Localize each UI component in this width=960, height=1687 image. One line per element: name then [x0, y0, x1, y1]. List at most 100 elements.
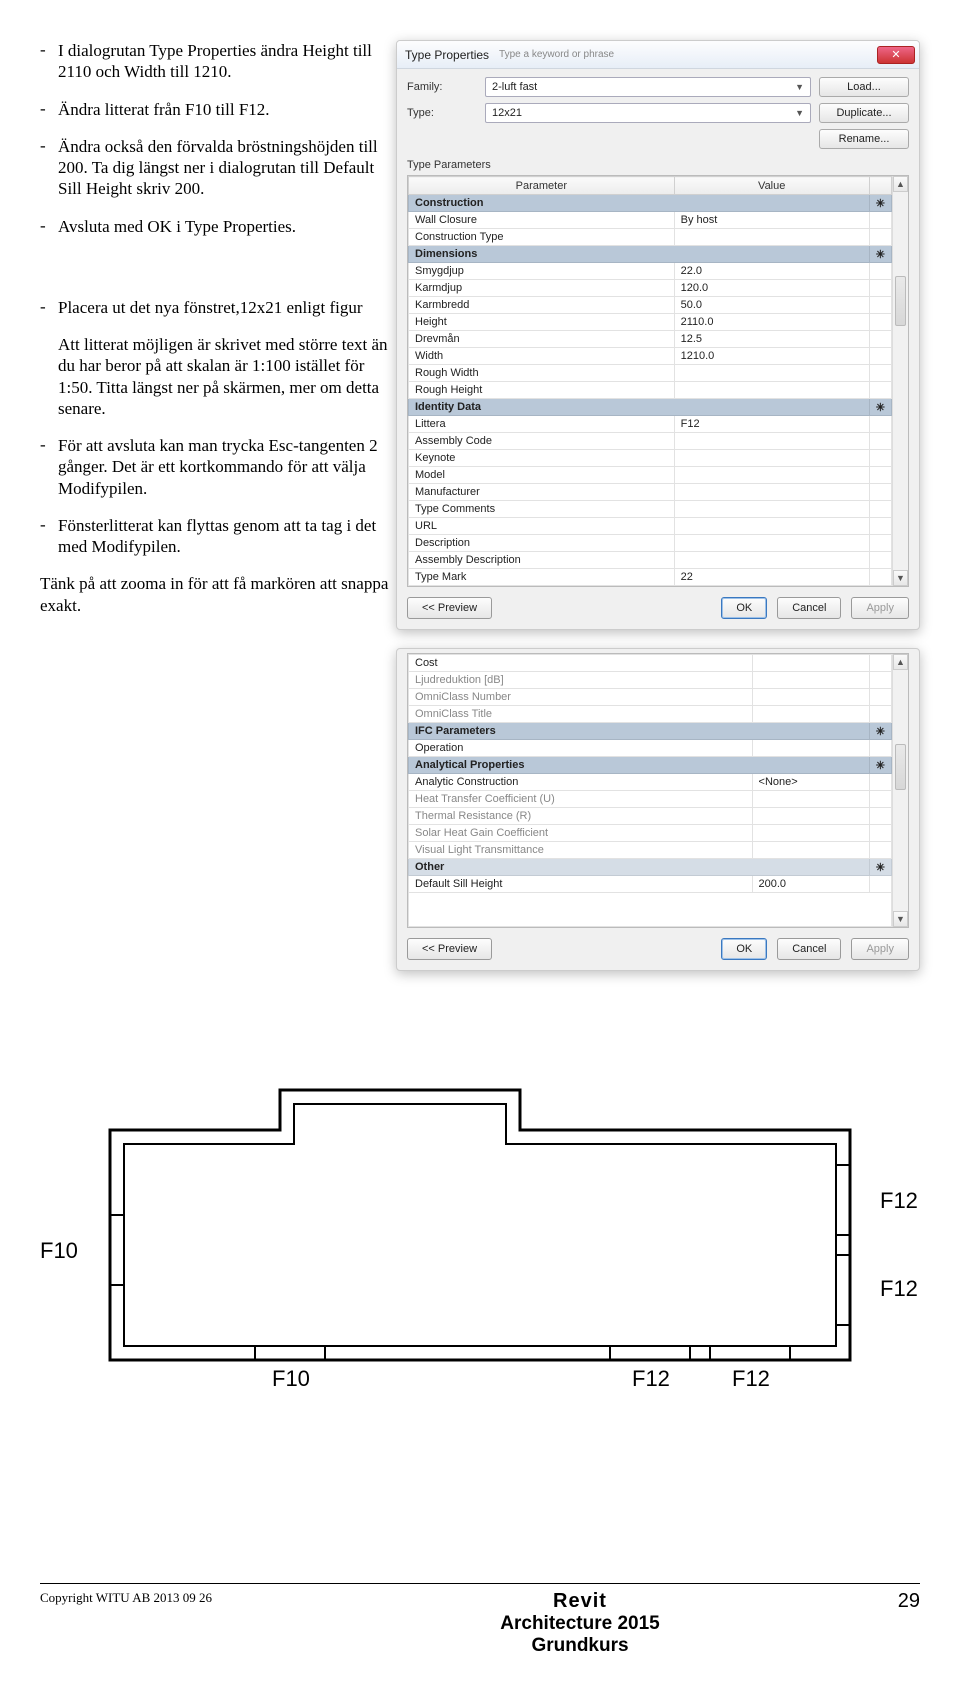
type-select[interactable]: 12x21 ▼: [485, 103, 811, 123]
cell-ljud[interactable]: [752, 672, 869, 689]
instruction-column: -I dialogrutan Type Properties ändra Hei…: [40, 40, 392, 971]
copyright-text: Copyright WITU AB 2013 09 26: [40, 1590, 340, 1606]
apply-button[interactable]: Apply: [851, 597, 909, 619]
preview-button[interactable]: << Preview: [407, 938, 492, 960]
cell-description[interactable]: [674, 535, 869, 552]
instruction-5b: Att litterat möjligen är skrivet med stö…: [58, 334, 392, 419]
ok-button[interactable]: OK: [721, 597, 767, 619]
dialog-hint: Type a keyword or phrase: [489, 49, 877, 60]
chevron-down-icon: ▼: [795, 82, 804, 92]
cell-heat-transfer[interactable]: [752, 791, 869, 808]
cell-manufacturer[interactable]: [674, 484, 869, 501]
cell-littera[interactable]: F12: [674, 416, 869, 433]
group-dimensions[interactable]: Dimensions: [409, 246, 870, 263]
parameters-grid-2: Cost Ljudreduktion [dB] OmniClass Number…: [407, 653, 909, 928]
scroll-up-icon[interactable]: ▲: [893, 176, 908, 192]
ok-button[interactable]: OK: [721, 938, 767, 960]
cell-rough-width[interactable]: [674, 365, 869, 382]
scrollbar[interactable]: ▲ ▼: [892, 654, 908, 927]
apply-button[interactable]: Apply: [851, 938, 909, 960]
group-analytical[interactable]: Analytical Properties: [409, 757, 870, 774]
col-value: Value: [674, 177, 869, 195]
scroll-thumb[interactable]: [895, 744, 906, 790]
collapse-icon[interactable]: ✳: [869, 723, 891, 740]
duplicate-button[interactable]: Duplicate...: [819, 103, 909, 123]
instruction-7: Fönsterlitterat kan flyttas genom att ta…: [58, 515, 392, 558]
cell-rough-height[interactable]: [674, 382, 869, 399]
page-footer: Copyright WITU AB 2013 09 26 Revit Archi…: [40, 1583, 920, 1657]
type-properties-dialog: Type Properties Type a keyword or phrase…: [396, 40, 920, 630]
label-f10-left: F10: [40, 1238, 78, 1264]
collapse-icon[interactable]: ✳: [869, 399, 891, 416]
cell-width[interactable]: 1210.0: [674, 348, 869, 365]
label-f12-bottom1: F12: [632, 1366, 670, 1392]
collapse-icon[interactable]: ✳: [869, 859, 891, 876]
instruction-2: Ändra litterat från F10 till F12.: [58, 99, 392, 120]
cancel-button[interactable]: Cancel: [777, 938, 841, 960]
cell-thermal-resistance[interactable]: [752, 808, 869, 825]
group-construction[interactable]: Construction: [409, 195, 870, 212]
cell-analytic-construction[interactable]: <None>: [752, 774, 869, 791]
family-select[interactable]: 2-luft fast ▼: [485, 77, 811, 97]
cell-omniclass-title[interactable]: [752, 706, 869, 723]
load-button[interactable]: Load...: [819, 77, 909, 97]
collapse-icon[interactable]: ✳: [869, 195, 891, 212]
cell-height[interactable]: 2110.0: [674, 314, 869, 331]
group-other[interactable]: Other: [409, 859, 870, 876]
cell-shgc[interactable]: [752, 825, 869, 842]
cell-type-mark[interactable]: 22: [674, 569, 869, 586]
label-f12-right1: F12: [880, 1188, 918, 1214]
cell-vlt[interactable]: [752, 842, 869, 859]
cell-omniclass-number[interactable]: [752, 689, 869, 706]
cell-keynote[interactable]: [674, 450, 869, 467]
type-label: Type:: [407, 107, 477, 119]
cell-cost[interactable]: [752, 655, 869, 672]
dialog-title: Type Properties: [405, 48, 489, 62]
scroll-down-icon[interactable]: ▼: [893, 570, 908, 586]
floor-plan-figure: F10 F10 F12 F12 F12 F12: [90, 1070, 870, 1410]
collapse-icon[interactable]: ✳: [869, 757, 891, 774]
chevron-down-icon: ▼: [795, 108, 804, 118]
page-number: 29: [820, 1590, 920, 1613]
cell-construction-type[interactable]: [674, 229, 869, 246]
instruction-6: För att avsluta kan man trycka Esc-tange…: [58, 435, 392, 499]
cell-operation[interactable]: [752, 740, 869, 757]
cancel-button[interactable]: Cancel: [777, 597, 841, 619]
cell-type-comments[interactable]: [674, 501, 869, 518]
type-properties-dialog-lower: Cost Ljudreduktion [dB] OmniClass Number…: [396, 648, 920, 971]
group-identity[interactable]: Identity Data: [409, 399, 870, 416]
cell-assembly-code[interactable]: [674, 433, 869, 450]
instruction-8: Tänk på att zooma in för att få markören…: [40, 573, 392, 616]
instruction-4: Avsluta med OK i Type Properties.: [58, 216, 392, 237]
scroll-thumb[interactable]: [895, 276, 906, 326]
group-ifc[interactable]: IFC Parameters: [409, 723, 870, 740]
label-f10-bottom: F10: [272, 1366, 310, 1392]
type-parameters-label: Type Parameters: [407, 159, 909, 171]
scrollbar[interactable]: ▲ ▼: [892, 176, 908, 586]
rename-button[interactable]: Rename...: [819, 129, 909, 149]
instruction-1: I dialogrutan Type Properties ändra Heig…: [58, 40, 392, 83]
cell-smygdjup[interactable]: 22.0: [674, 263, 869, 280]
instruction-3: Ändra också den förvalda bröstningshöjde…: [58, 136, 392, 200]
cell-karmbredd[interactable]: 50.0: [674, 297, 869, 314]
close-button[interactable]: ✕: [877, 46, 915, 64]
parameters-grid: Parameter Value Construction✳ Wall Closu…: [407, 175, 909, 587]
cell-default-sill[interactable]: 200.0: [752, 876, 869, 893]
footer-title-3: Grundkurs: [340, 1635, 820, 1657]
label-f12-bottom2: F12: [732, 1366, 770, 1392]
cell-karmdjup[interactable]: 120.0: [674, 280, 869, 297]
footer-title-2: Architecture 2015: [340, 1613, 820, 1635]
preview-button[interactable]: << Preview: [407, 597, 492, 619]
cell-model[interactable]: [674, 467, 869, 484]
scroll-down-icon[interactable]: ▼: [893, 911, 908, 927]
collapse-icon[interactable]: ✳: [869, 246, 891, 263]
family-label: Family:: [407, 81, 477, 93]
scroll-up-icon[interactable]: ▲: [893, 654, 908, 670]
cell-wall-closure[interactable]: By host: [674, 212, 869, 229]
label-f12-right2: F12: [880, 1276, 918, 1302]
footer-title-1: Revit: [340, 1590, 820, 1613]
cell-url[interactable]: [674, 518, 869, 535]
dialog-titlebar: Type Properties Type a keyword or phrase…: [397, 41, 919, 69]
cell-assembly-description[interactable]: [674, 552, 869, 569]
cell-drevman[interactable]: 12.5: [674, 331, 869, 348]
